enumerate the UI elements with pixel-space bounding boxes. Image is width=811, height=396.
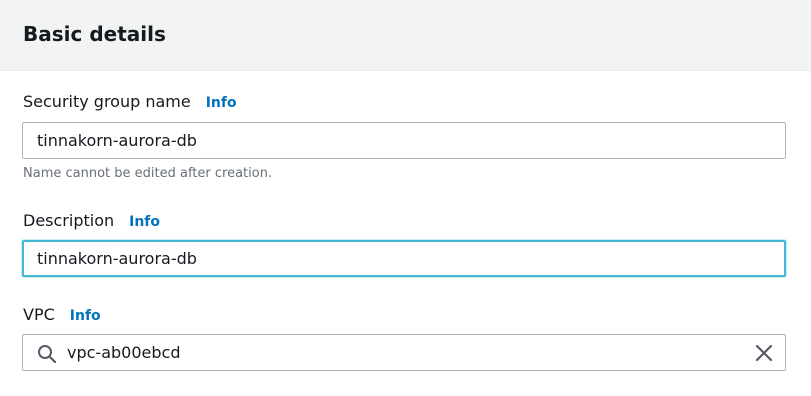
vpc-label: VPC <box>23 305 55 324</box>
security-group-name-info-link[interactable]: Info <box>206 92 237 114</box>
vpc-info-link[interactable]: Info <box>70 305 101 327</box>
vpc-label-row: VPC Info <box>23 304 101 327</box>
security-group-name-hint: Name cannot be edited after creation. <box>23 166 273 181</box>
security-group-name-label: Security group name <box>23 92 191 111</box>
vpc-clear-button[interactable] <box>753 342 775 364</box>
vpc-search-box[interactable] <box>22 334 786 371</box>
description-label: Description <box>23 211 115 230</box>
panel-title: Basic details <box>23 22 166 46</box>
description-input[interactable] <box>22 240 786 277</box>
description-label-row: Description Info <box>23 210 160 233</box>
security-group-name-label-row: Security group name Info <box>23 91 237 114</box>
basic-details-panel: Basic details Security group name Info N… <box>0 0 811 396</box>
search-icon <box>37 344 57 364</box>
close-icon <box>755 344 773 362</box>
description-info-link[interactable]: Info <box>129 211 160 233</box>
panel-header: Basic details <box>0 0 811 71</box>
security-group-name-input[interactable] <box>22 122 786 159</box>
vpc-search-input[interactable] <box>67 335 727 370</box>
